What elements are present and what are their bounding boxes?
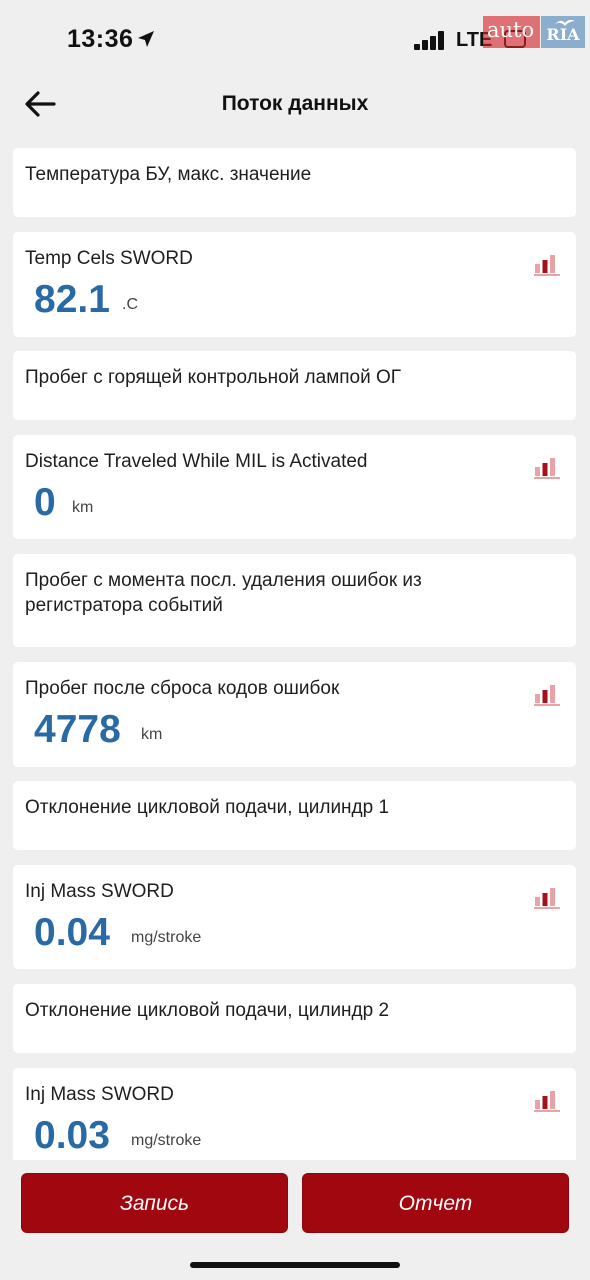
param-unit: km (72, 499, 94, 516)
section-card: Температура БУ, макс. значение (13, 148, 576, 217)
graph-icon[interactable] (534, 680, 560, 706)
param-card[interactable]: Temp Cels SWORD 82.1 .C (13, 232, 576, 337)
param-unit: .C (122, 296, 138, 313)
section-title: Пробег с горящей контрольной лампой ОГ (25, 367, 402, 388)
nav-header: Поток данных (0, 80, 590, 140)
section-card: Пробег с горящей контрольной лампой ОГ (13, 351, 576, 420)
section-card: Отклонение цикловой подачи, цилиндр 2 (13, 984, 576, 1053)
page-title: Поток данных (221, 92, 369, 115)
data-stream-list[interactable]: Температура БУ, макс. значение Temp Cels… (0, 148, 590, 1160)
cellular-signal-icon (414, 30, 446, 50)
watermark-left: auto (483, 16, 540, 48)
param-card[interactable]: Distance Traveled While MIL is Activated… (13, 435, 576, 539)
status-time: 13:36 (67, 25, 134, 53)
section-card: Пробег с момента посл. удаления ошибок и… (13, 554, 576, 647)
graph-icon[interactable] (534, 250, 560, 276)
param-card[interactable]: Inj Mass SWORD 0.03 mg/stroke (13, 1068, 576, 1160)
param-name: Distance Traveled While MIL is Activated (25, 451, 368, 472)
bird-icon (555, 19, 575, 26)
record-button[interactable]: Запись (21, 1173, 288, 1233)
param-name: Inj Mass SWORD (25, 881, 174, 902)
status-bar: 13:36 LTE auto RIA (0, 0, 590, 80)
param-value: 4778 (34, 708, 121, 751)
action-footer: Запись Отчет (0, 1160, 590, 1280)
graph-icon[interactable] (534, 1086, 560, 1112)
graph-icon[interactable] (534, 453, 560, 479)
param-value: 82.1 (34, 278, 110, 321)
param-value: 0.04 (34, 911, 110, 954)
section-card: Отклонение цикловой подачи, цилиндр 1 (13, 781, 576, 850)
home-indicator[interactable] (190, 1262, 400, 1268)
param-name: Inj Mass SWORD (25, 1084, 174, 1105)
section-title: Температура БУ, макс. значение (25, 164, 312, 185)
param-unit: mg/stroke (131, 929, 202, 946)
param-value: 0 (34, 481, 56, 524)
param-name: Пробег после сброса кодов ошибок (25, 678, 340, 699)
param-value: 0.03 (34, 1114, 110, 1157)
watermark-logo: auto RIA (483, 16, 585, 48)
section-title: Пробег с момента посл. удаления ошибок и… (25, 570, 422, 616)
param-unit: mg/stroke (131, 1132, 202, 1149)
location-arrow-icon (138, 31, 154, 47)
report-button[interactable]: Отчет (302, 1173, 569, 1233)
param-name: Temp Cels SWORD (25, 248, 193, 269)
param-card[interactable]: Пробег после сброса кодов ошибок 4778 km (13, 662, 576, 767)
section-title: Отклонение цикловой подачи, цилиндр 1 (25, 797, 390, 818)
param-unit: km (141, 726, 163, 743)
graph-icon[interactable] (534, 883, 560, 909)
param-card[interactable]: Inj Mass SWORD 0.04 mg/stroke (13, 865, 576, 969)
section-title: Отклонение цикловой подачи, цилиндр 2 (25, 1000, 390, 1021)
